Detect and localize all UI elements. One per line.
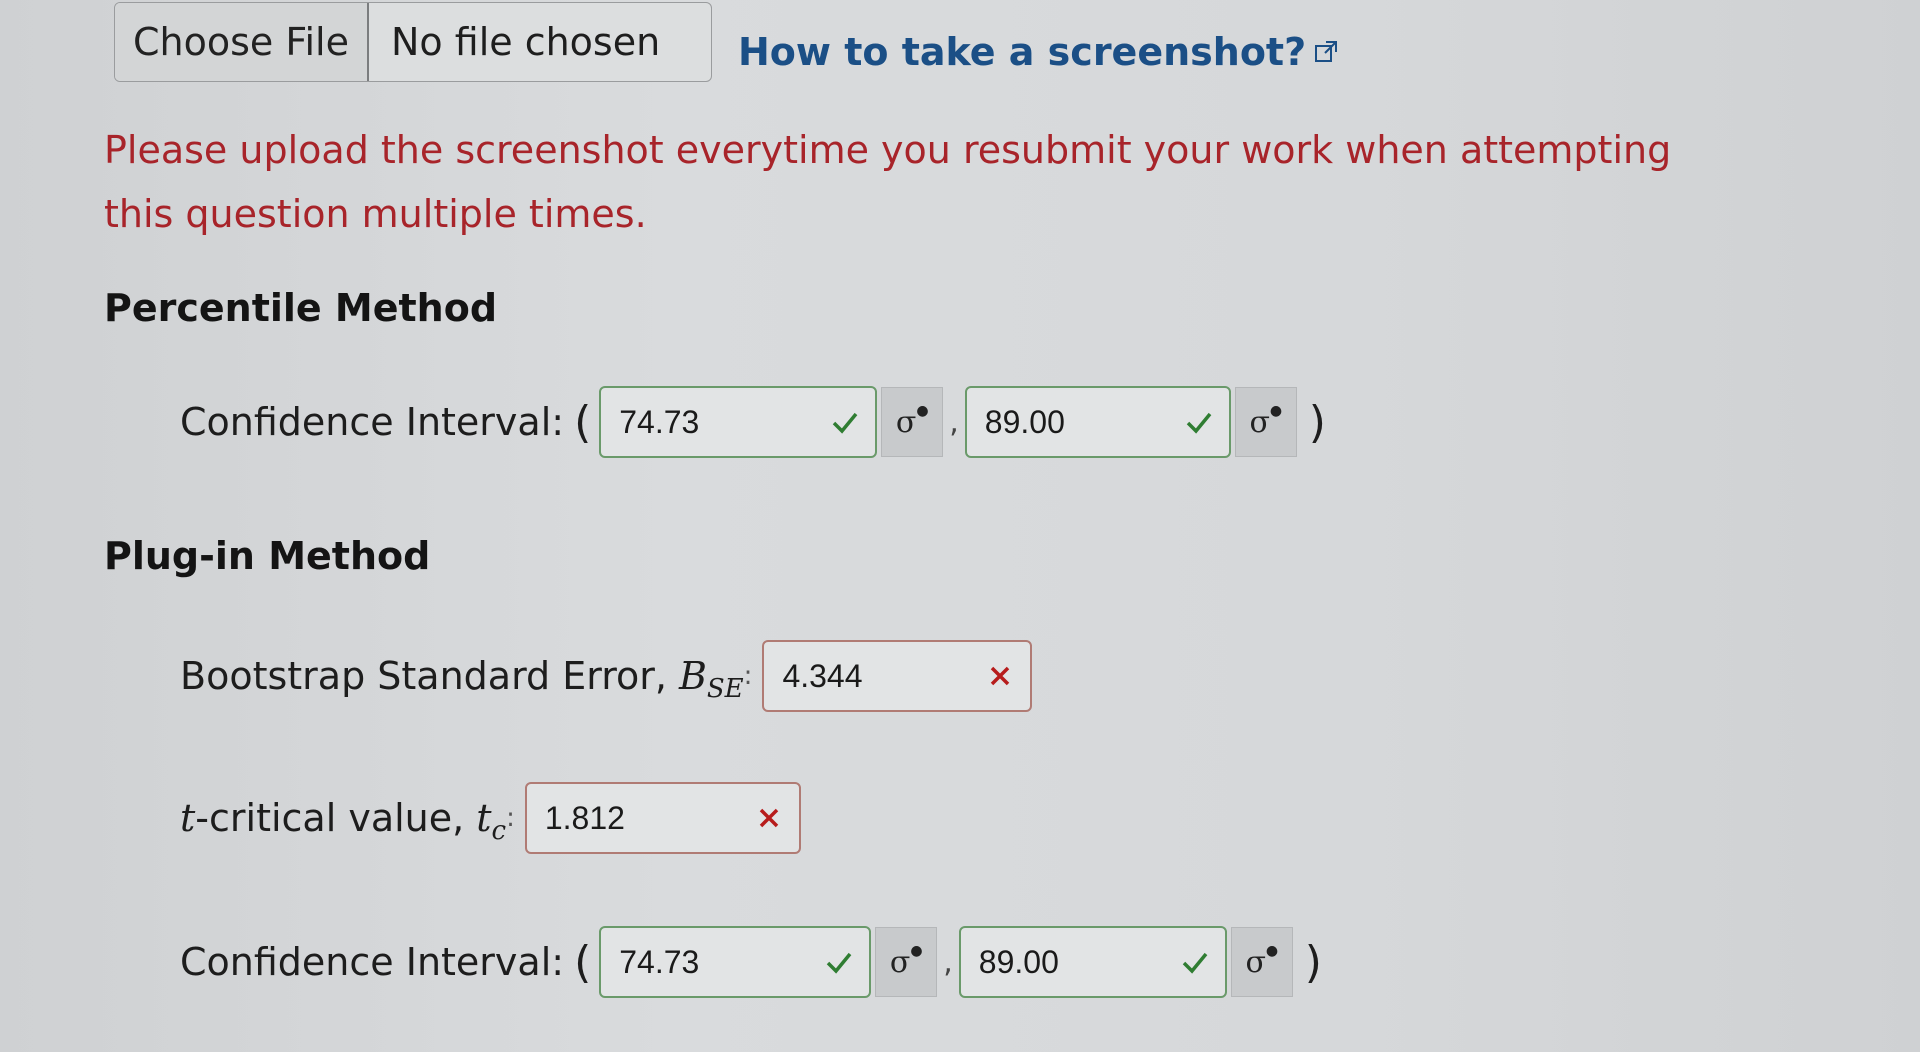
percentile-lower-input[interactable]: 74.73: [599, 386, 878, 458]
percentile-upper-input[interactable]: 89.00: [964, 386, 1231, 458]
external-link-icon: [1315, 41, 1338, 62]
plugin-lower-value: 74.73: [619, 943, 700, 980]
percentile-method-title: Percentile Method: [104, 286, 498, 330]
tc-prefix: t: [180, 796, 196, 840]
sigma-icon: σ●: [1249, 402, 1283, 440]
resubmit-warning: Please upload the screenshot everytime y…: [104, 128, 1672, 236]
close-paren: ): [1308, 396, 1326, 448]
close-paren: ): [1304, 936, 1322, 988]
percentile-lower-value: 74.73: [619, 403, 700, 440]
bse-row: Bootstrap Standard Error, BSE : 4.344: [180, 640, 1033, 712]
ci-label: Confidence Interval:: [180, 940, 565, 984]
tc-symbol-t: t: [476, 796, 492, 840]
bse-value: 4.344: [782, 657, 863, 694]
tc-input[interactable]: 1.812: [524, 782, 801, 854]
ci-label: Confidence Interval:: [180, 400, 565, 444]
plugin-ci-row: Confidence Interval: ( 74.73 σ● , 89.00 …: [180, 926, 1322, 998]
percentile-ci-row: Confidence Interval: ( 74.73 σ● , 89.00 …: [180, 386, 1326, 458]
check-icon: [833, 412, 858, 434]
screenshot-help-link[interactable]: How to take a screenshot?: [738, 30, 1338, 74]
bse-colon: :: [743, 661, 753, 691]
bse-symbol: BSE: [678, 654, 744, 704]
sigma-icon: σ●: [895, 402, 929, 440]
sigma-button[interactable]: σ●: [875, 927, 938, 997]
sigma-button[interactable]: σ●: [1234, 387, 1297, 457]
bse-label: Bootstrap Standard Error,: [180, 654, 667, 698]
page: Choose File No file chosen How to take a…: [0, 0, 1920, 1052]
bse-input[interactable]: 4.344: [762, 640, 1033, 712]
tc-symbol: tc: [476, 796, 506, 846]
open-paren: (: [574, 936, 592, 988]
open-paren: (: [574, 396, 592, 448]
sigma-icon: σ●: [889, 942, 923, 980]
tc-colon: :: [506, 803, 515, 833]
tc-row: t -critical value, tc : 1.812: [180, 782, 801, 854]
comma: ,: [949, 404, 959, 440]
upload-row: Choose File No file chosen How to take a…: [114, 0, 1338, 84]
file-input[interactable]: Choose File No file chosen: [114, 2, 712, 82]
plugin-upper-value: 89.00: [978, 943, 1059, 980]
help-link-label: How to take a screenshot?: [738, 30, 1307, 74]
bse-symbol-sub: SE: [706, 674, 744, 704]
sigma-button[interactable]: σ●: [881, 387, 944, 457]
check-icon: [1186, 412, 1212, 434]
sigma-button[interactable]: σ●: [1230, 927, 1293, 997]
comma: ,: [943, 944, 953, 980]
plugin-method-title: Plug-in Method: [104, 534, 431, 578]
bse-symbol-b: B: [678, 654, 707, 698]
plugin-upper-input[interactable]: 89.00: [958, 926, 1227, 998]
sigma-icon: σ●: [1245, 942, 1279, 980]
check-icon: [827, 952, 852, 974]
percentile-upper-value: 89.00: [984, 403, 1065, 440]
tc-value: 1.812: [544, 799, 625, 836]
tc-symbol-sub: c: [491, 816, 507, 846]
choose-file-button[interactable]: Choose File: [115, 3, 369, 81]
check-icon: [1182, 952, 1208, 974]
tc-label: -critical value,: [195, 796, 465, 840]
plugin-lower-input[interactable]: 74.73: [599, 926, 872, 998]
cross-icon: [991, 666, 1010, 686]
cross-icon: [759, 808, 779, 828]
file-status: No file chosen: [391, 20, 661, 64]
